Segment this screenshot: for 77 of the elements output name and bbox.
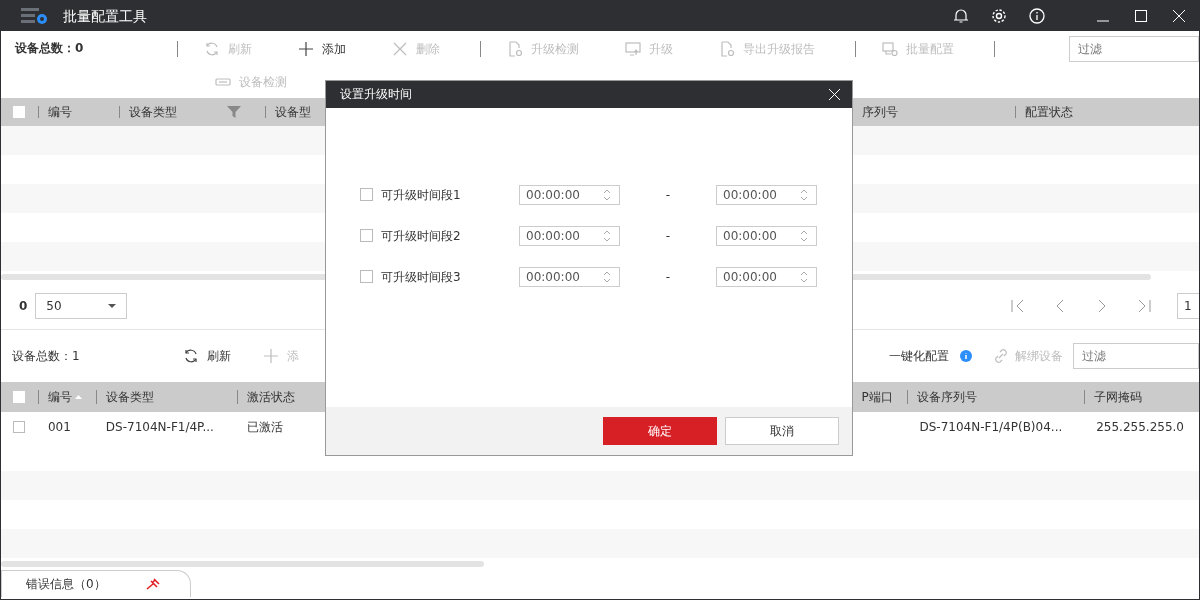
table-cell: 255.255.255.0 (1096, 419, 1184, 434)
column-header[interactable]: P端口 (861, 382, 908, 412)
range-separator: - (664, 187, 672, 203)
first-page-icon[interactable] (1011, 299, 1025, 313)
device-count: 设备总数：0 (13, 41, 85, 56)
filter-field[interactable]: 过滤 (1069, 35, 1199, 62)
window-title: 批量配置工具 (63, 7, 148, 25)
period-label: 可升级时间段2 (381, 228, 461, 244)
last-page-icon[interactable] (1137, 299, 1151, 313)
app-logo-icon (21, 7, 49, 25)
maximize-icon[interactable] (1135, 10, 1147, 22)
spinner-icon[interactable] (603, 229, 611, 243)
column-header[interactable]: 编号 (47, 98, 119, 126)
toolbar-button[interactable]: 添加 (292, 36, 352, 61)
toolbar-button[interactable]: 一键化配置 (883, 344, 955, 368)
total-count: 0 (19, 298, 28, 314)
bell-icon[interactable] (953, 8, 969, 24)
dialog-title: 设置升级时间 (340, 87, 413, 102)
time-field[interactable]: 00:00:00 (716, 226, 817, 246)
settings-icon[interactable] (991, 8, 1007, 24)
error-tab[interactable]: 错误信息（0） (1, 570, 191, 597)
confirm-button[interactable]: 确定 (603, 417, 717, 445)
column-header[interactable]: 设备序列号 (917, 382, 1085, 412)
document-gear-icon (719, 40, 735, 57)
range-separator: - (664, 228, 672, 244)
spinner-icon[interactable] (603, 270, 611, 284)
period-label: 可升级时间段1 (381, 187, 461, 203)
spinner-icon[interactable] (800, 188, 808, 202)
page-field[interactable]: 1 (1177, 293, 1199, 319)
time-field[interactable]: 00:00:00 (716, 185, 817, 205)
column-header[interactable]: 设备类型 (105, 382, 237, 412)
close-icon (392, 40, 408, 57)
table-cell: 001 (47, 419, 71, 434)
info-icon[interactable] (1029, 8, 1045, 24)
checkbox[interactable] (360, 270, 373, 284)
table-cell: DS-7104N-F1/4P... (105, 419, 214, 434)
period-label: 可升级时间段3 (381, 269, 461, 285)
toolbar-button[interactable]: 刷新 (177, 344, 237, 368)
spinner-icon[interactable] (603, 188, 611, 202)
column-header[interactable]: 序列号 (861, 98, 1016, 126)
table-cell: 已激活 (246, 419, 283, 434)
pin-icon[interactable] (145, 578, 160, 590)
table-cell: DS-7104N-F1/4P(B)04... (919, 419, 1063, 434)
spinner-icon[interactable] (800, 229, 808, 243)
device-count: 设备总数：1 (11, 348, 81, 364)
checkbox[interactable] (360, 188, 373, 202)
column-header[interactable]: 配置状态 (1025, 98, 1199, 126)
time-field[interactable]: 00:00:00 (716, 267, 817, 287)
time-field[interactable]: 00:00:00 (519, 226, 620, 246)
column-header[interactable]: 子网掩码 (1094, 382, 1199, 412)
close-icon[interactable] (1173, 10, 1185, 22)
column-header[interactable]: 激活状态 (246, 382, 326, 412)
range-separator: - (664, 269, 672, 285)
spinner-icon[interactable] (800, 270, 808, 284)
plus-icon (298, 40, 314, 57)
time-field[interactable]: 00:00:00 (519, 267, 620, 287)
close-icon[interactable] (829, 89, 840, 100)
time-field[interactable]: 00:00:00 (519, 185, 620, 205)
column-header[interactable]: 编号 (47, 382, 96, 412)
refresh-icon (183, 348, 199, 364)
checkbox[interactable] (13, 421, 26, 433)
document-gear-icon (507, 40, 523, 57)
copy-gear-icon (882, 40, 898, 57)
caret-icon (108, 304, 117, 308)
plus-icon (263, 348, 279, 364)
column-header[interactable]: 设备型 (274, 98, 326, 126)
monitor-icon (625, 40, 641, 57)
filter-icon[interactable] (226, 105, 241, 119)
sort-ascending-icon (74, 395, 82, 399)
refresh-icon (204, 40, 220, 57)
cancel-button[interactable]: 取消 (725, 417, 839, 445)
scrollbar[interactable] (1, 561, 484, 567)
checkbox[interactable] (360, 229, 373, 243)
column-header[interactable]: 设备类型 (128, 98, 265, 126)
link-icon (993, 348, 1009, 364)
page-size-dropdown[interactable]: 50 (35, 293, 128, 319)
filter-field[interactable]: 过滤 (1073, 343, 1199, 369)
